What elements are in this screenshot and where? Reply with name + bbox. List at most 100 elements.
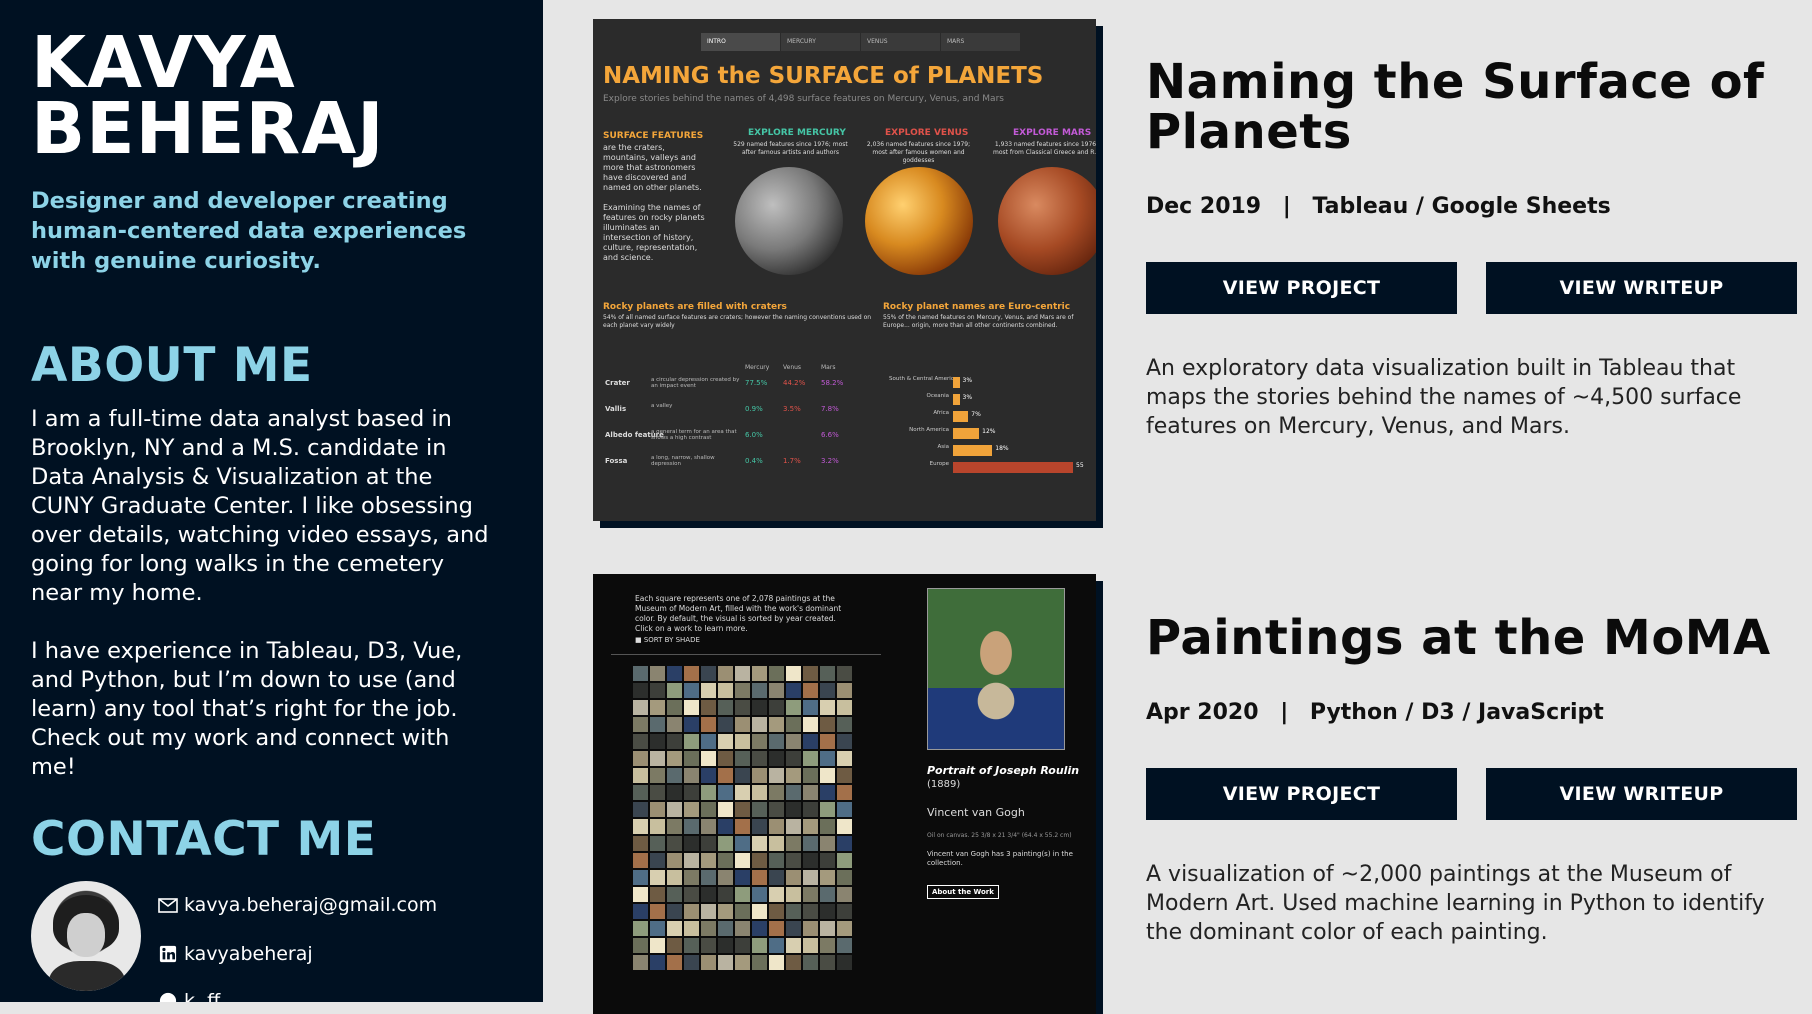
painting-swatch[interactable] (769, 751, 784, 766)
painting-swatch[interactable] (752, 870, 767, 885)
painting-swatch[interactable] (735, 717, 750, 732)
painting-swatch[interactable] (820, 666, 835, 681)
painting-swatch[interactable] (667, 768, 682, 783)
painting-swatch[interactable] (752, 887, 767, 902)
painting-swatch[interactable] (667, 734, 682, 749)
painting-swatch[interactable] (752, 666, 767, 681)
painting-swatch[interactable] (786, 836, 801, 851)
painting-swatch[interactable] (650, 870, 665, 885)
painting-swatch[interactable] (803, 870, 818, 885)
email-link[interactable]: kavya.beheraj@gmail.com (158, 894, 437, 916)
painting-swatch[interactable] (650, 717, 665, 732)
painting-swatch[interactable] (837, 887, 852, 902)
painting-swatch[interactable] (837, 904, 852, 919)
painting-swatch[interactable] (769, 819, 784, 834)
painting-swatch[interactable] (684, 734, 699, 749)
painting-swatch[interactable] (650, 768, 665, 783)
painting-swatch[interactable] (786, 734, 801, 749)
painting-swatch[interactable] (820, 785, 835, 800)
painting-swatch[interactable] (701, 836, 716, 851)
painting-swatch[interactable] (837, 683, 852, 698)
painting-swatch[interactable] (752, 683, 767, 698)
painting-swatch[interactable] (701, 785, 716, 800)
painting-swatch[interactable] (684, 785, 699, 800)
painting-swatch[interactable] (633, 938, 648, 953)
project-2-thumbnail[interactable]: Each square represents one of 2,078 pain… (593, 574, 1096, 1014)
painting-swatch[interactable] (735, 768, 750, 783)
painting-swatch[interactable] (820, 802, 835, 817)
painting-swatch[interactable] (820, 955, 835, 970)
painting-swatch[interactable] (803, 955, 818, 970)
painting-swatch[interactable] (752, 717, 767, 732)
painting-swatch[interactable] (803, 785, 818, 800)
project-1-thumbnail[interactable]: INTRO MERCURY VENUS MARS NAMING the SURF… (593, 19, 1096, 521)
painting-swatch[interactable] (837, 717, 852, 732)
sort-by-shade-checkbox[interactable]: ■ SORT BY SHADE (635, 636, 700, 644)
painting-swatch[interactable] (718, 683, 733, 698)
painting-swatch[interactable] (684, 955, 699, 970)
painting-swatch[interactable] (820, 836, 835, 851)
painting-swatch[interactable] (803, 819, 818, 834)
painting-swatch[interactable] (735, 802, 750, 817)
painting-swatch[interactable] (786, 666, 801, 681)
about-the-work-button[interactable]: About the Work (927, 885, 999, 899)
painting-swatch[interactable] (718, 853, 733, 868)
painting-swatch[interactable] (718, 836, 733, 851)
painting-swatch[interactable] (803, 717, 818, 732)
painting-swatch[interactable] (735, 870, 750, 885)
painting-swatch[interactable] (769, 887, 784, 902)
painting-swatch[interactable] (633, 836, 648, 851)
painting-swatch[interactable] (786, 921, 801, 936)
painting-swatch[interactable] (786, 717, 801, 732)
painting-swatch[interactable] (735, 666, 750, 681)
painting-swatch[interactable] (837, 921, 852, 936)
painting-swatch[interactable] (820, 870, 835, 885)
painting-swatch[interactable] (820, 683, 835, 698)
painting-swatch[interactable] (701, 887, 716, 902)
painting-swatch[interactable] (837, 751, 852, 766)
painting-swatch[interactable] (650, 734, 665, 749)
painting-swatch[interactable] (820, 904, 835, 919)
painting-swatch[interactable] (752, 785, 767, 800)
painting-swatch[interactable] (633, 717, 648, 732)
painting-swatch[interactable] (633, 768, 648, 783)
painting-swatch[interactable] (650, 819, 665, 834)
painting-swatch[interactable] (735, 819, 750, 834)
painting-swatch[interactable] (701, 955, 716, 970)
painting-swatch[interactable] (633, 904, 648, 919)
painting-swatch[interactable] (701, 717, 716, 732)
painting-swatch[interactable] (837, 768, 852, 783)
painting-swatch[interactable] (667, 666, 682, 681)
painting-swatch[interactable] (633, 921, 648, 936)
painting-swatch[interactable] (701, 904, 716, 919)
painting-swatch[interactable] (684, 887, 699, 902)
painting-swatch[interactable] (803, 700, 818, 715)
painting-swatch[interactable] (701, 853, 716, 868)
painting-swatch[interactable] (752, 921, 767, 936)
painting-swatch[interactable] (684, 717, 699, 732)
painting-swatch[interactable] (752, 802, 767, 817)
painting-swatch[interactable] (769, 938, 784, 953)
painting-swatch[interactable] (633, 802, 648, 817)
painting-swatch[interactable] (718, 666, 733, 681)
painting-swatch[interactable] (820, 921, 835, 936)
view-writeup-1-button[interactable]: VIEW WRITEUP (1486, 262, 1797, 314)
painting-swatch[interactable] (769, 768, 784, 783)
painting-swatch[interactable] (837, 870, 852, 885)
painting-grid[interactable] (633, 666, 863, 970)
painting-swatch[interactable] (735, 955, 750, 970)
painting-swatch[interactable] (837, 700, 852, 715)
painting-swatch[interactable] (667, 785, 682, 800)
painting-swatch[interactable] (786, 700, 801, 715)
painting-swatch[interactable] (684, 802, 699, 817)
painting-swatch[interactable] (803, 683, 818, 698)
painting-swatch[interactable] (667, 921, 682, 936)
painting-swatch[interactable] (769, 870, 784, 885)
painting-swatch[interactable] (752, 768, 767, 783)
painting-swatch[interactable] (718, 887, 733, 902)
painting-swatch[interactable] (786, 751, 801, 766)
view-project-1-button[interactable]: VIEW PROJECT (1146, 262, 1457, 314)
painting-swatch[interactable] (701, 921, 716, 936)
painting-swatch[interactable] (752, 751, 767, 766)
painting-swatch[interactable] (684, 921, 699, 936)
